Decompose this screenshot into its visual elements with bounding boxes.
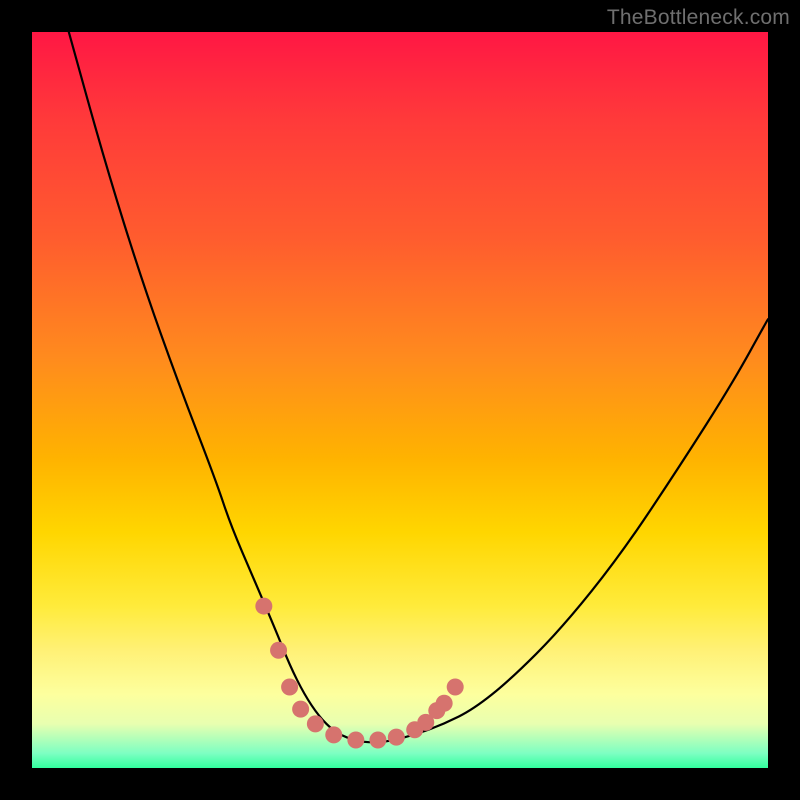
gradient-background [32,32,768,768]
watermark-text: TheBottleneck.com [607,6,790,30]
chart-frame: TheBottleneck.com [0,0,800,800]
